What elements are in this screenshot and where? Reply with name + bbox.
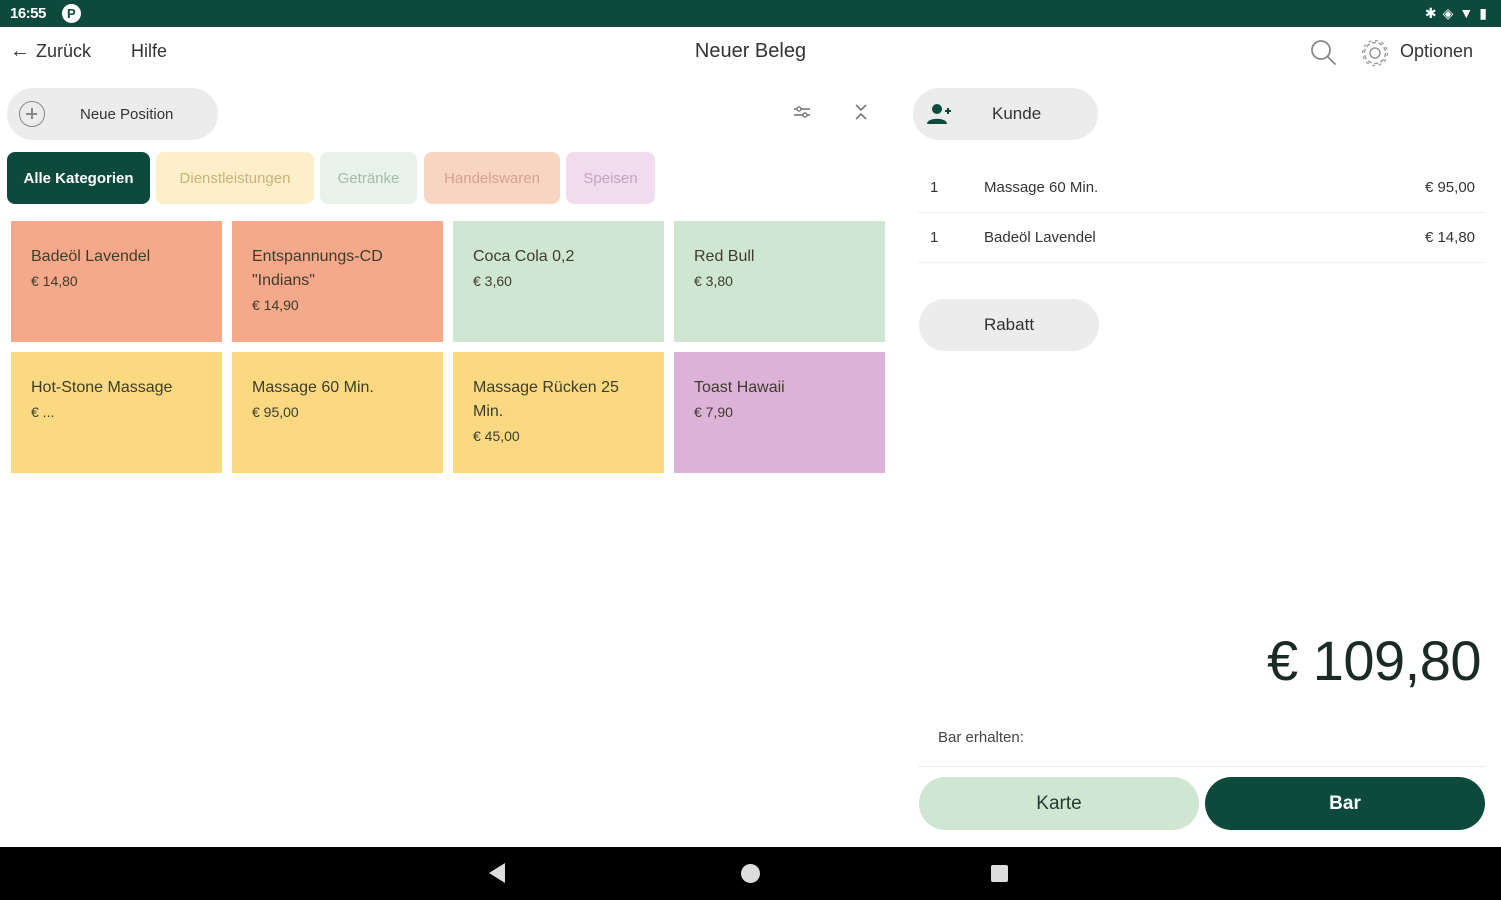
category-tab-services[interactable]: Dienstleistungen [156, 152, 314, 204]
pay-card-button[interactable]: Karte [919, 777, 1199, 830]
status-bar: 16:55 ✱◈▼▮ [0, 0, 1501, 27]
receipt-total: € 109,80 [1267, 629, 1481, 692]
notification-p-icon [62, 4, 81, 23]
product-name: Badeöl Lavendel [31, 248, 151, 265]
new-position-button[interactable]: Neue Position [7, 88, 218, 140]
product-price: € 3,80 [694, 273, 733, 289]
category-tab-all[interactable]: Alle Kategorien [7, 152, 150, 204]
product-tile[interactable]: Hot-Stone Massage € ... [11, 352, 222, 473]
product-price: € 14,90 [252, 297, 299, 313]
category-tab-drinks[interactable]: Getränke [320, 152, 417, 204]
nav-recents-icon[interactable] [991, 865, 1008, 882]
app-bar: ← Zurück Hilfe Neuer Beleg Optionen [0, 27, 1501, 77]
product-price: € 45,00 [473, 428, 520, 444]
line-item-qty: 1 [930, 179, 939, 196]
line-item-name: Massage 60 Min. [984, 179, 1099, 196]
filter-sliders-icon[interactable] [790, 100, 814, 124]
bluetooth-icon: ✱ [1424, 5, 1443, 21]
back-label: Zurück [36, 41, 92, 61]
pay-cash-button[interactable]: Bar [1205, 777, 1485, 830]
plus-circle-icon [19, 101, 45, 127]
category-tab-merchandise[interactable]: Handelswaren [424, 152, 560, 204]
product-name: Entspannungs-CD "Indians" [252, 248, 383, 289]
cash-received-label: Bar erhalten: [938, 729, 1024, 746]
category-tab-food[interactable]: Speisen [566, 152, 655, 204]
product-name: Hot-Stone Massage [31, 379, 173, 396]
line-item-qty: 1 [930, 229, 939, 246]
customer-label: Kunde [992, 104, 1042, 123]
product-tile[interactable]: Toast Hawaii € 7,90 [674, 352, 885, 473]
product-price: € 95,00 [252, 404, 299, 420]
page-title: Neuer Beleg [694, 40, 807, 62]
search-icon[interactable] [1309, 38, 1337, 66]
system-nav-bar [0, 847, 1501, 900]
collapse-icon[interactable] [850, 101, 872, 123]
nav-back-icon[interactable] [489, 863, 505, 883]
product-tile[interactable]: Red Bull € 3,80 [674, 221, 885, 342]
product-name: Toast Hawaii [694, 379, 785, 396]
product-price: € 7,90 [694, 404, 733, 420]
back-button[interactable]: ← Zurück [10, 40, 91, 63]
new-position-label: Neue Position [80, 105, 174, 123]
product-price: € ... [31, 404, 55, 420]
product-name: Red Bull [694, 248, 755, 265]
product-name: Massage Rücken 25 Min. [473, 379, 619, 420]
product-tile[interactable]: Massage Rücken 25 Min. € 45,00 [453, 352, 664, 473]
receipt-line-item[interactable]: 1 Badeöl Lavendel € 14,80 [918, 213, 1485, 263]
divider [918, 766, 1485, 767]
product-name: Coca Cola 0,2 [473, 248, 575, 265]
product-price: € 3,60 [473, 273, 512, 289]
product-tile[interactable]: Entspannungs-CD "Indians" € 14,90 [232, 221, 443, 342]
discount-button[interactable]: Rabatt [919, 299, 1099, 351]
page-title-wrap: Neuer Beleg [0, 40, 1501, 63]
line-item-amount: € 14,80 [1424, 229, 1475, 246]
product-tile[interactable]: Coca Cola 0,2 € 3,60 [453, 221, 664, 342]
line-item-name: Badeöl Lavendel [984, 229, 1096, 246]
product-name: Massage 60 Min. [252, 379, 374, 396]
options-button[interactable]: Optionen [1400, 41, 1473, 62]
arrow-left-icon: ← [10, 40, 30, 62]
product-tile[interactable]: Badeöl Lavendel € 14,80 [11, 221, 222, 342]
wifi-icon: ▼ [1459, 5, 1480, 21]
customer-button[interactable]: Kunde [913, 88, 1098, 140]
data-saver-icon: ◈ [1442, 5, 1460, 21]
add-person-icon [927, 104, 951, 124]
system-icons: ✱◈▼▮ [1425, 5, 1493, 22]
product-tile[interactable]: Massage 60 Min. € 95,00 [232, 352, 443, 473]
battery-icon: ▮ [1479, 5, 1493, 21]
help-button[interactable]: Hilfe [131, 41, 167, 62]
gear-icon[interactable] [1359, 37, 1391, 69]
line-item-amount: € 95,00 [1424, 179, 1475, 196]
product-price: € 14,80 [31, 273, 78, 289]
status-time: 16:55 [10, 5, 46, 22]
receipt-line-item[interactable]: 1 Massage 60 Min. € 95,00 [918, 163, 1485, 213]
nav-home-icon[interactable] [741, 864, 760, 883]
